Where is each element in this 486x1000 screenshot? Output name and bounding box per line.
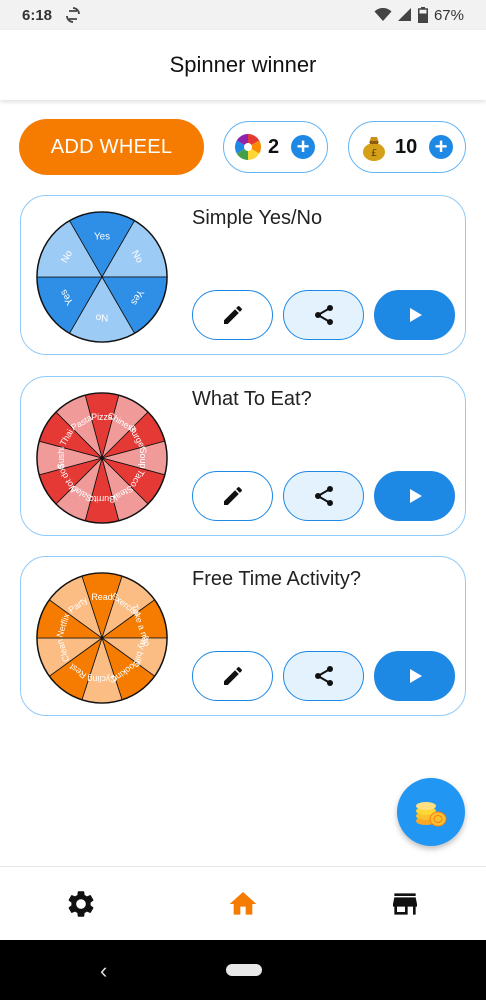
store-icon <box>393 892 417 915</box>
nav-store[interactable] <box>324 867 486 940</box>
add-coins-icon[interactable]: + <box>429 135 453 159</box>
wheel-segment-label: Yes <box>94 231 110 242</box>
status-time: 6:18 <box>22 6 53 24</box>
status-bar: 6:18 67% <box>0 0 486 30</box>
spin-wheel-button[interactable] <box>374 471 455 521</box>
coins-counter[interactable]: £ 10 + <box>348 121 466 173</box>
play-icon <box>409 308 422 322</box>
wheels-count: 2 <box>268 135 280 158</box>
share-wheel-button[interactable] <box>283 651 364 701</box>
pencil-icon <box>223 486 242 505</box>
spin-wheel-button[interactable] <box>374 651 455 701</box>
wheel-segment-label: Sushi <box>56 447 66 469</box>
wheel-segment-label: Soup <box>138 448 148 469</box>
coins-count: 10 <box>395 135 418 158</box>
coins-icon <box>416 802 447 827</box>
pencil-icon <box>223 305 242 324</box>
battery-level: 67% <box>433 6 464 24</box>
svg-text:£: £ <box>371 148 377 159</box>
share-icon <box>314 486 333 506</box>
money-bag-icon: £ <box>359 132 389 162</box>
wheel-card-free-time-activity: Read Exercise Take a nap Pay bills Cooking Cy… <box>20 556 466 716</box>
wheel-preview: PizzaChineseBurgerSoupTacoSteakBurritoSa… <box>36 392 168 524</box>
share-wheel-button[interactable] <box>283 290 364 340</box>
edit-wheel-button[interactable] <box>192 290 273 340</box>
wheel-card-simple-yes-no: Yes No Yes No Yes No Simple Yes/No <box>20 195 466 355</box>
home-icon <box>229 891 257 915</box>
share-icon <box>314 666 333 686</box>
wheel-segment-label: No <box>95 312 108 323</box>
page-title: Spinner winner <box>169 52 317 77</box>
play-icon <box>409 489 422 503</box>
home-pill[interactable] <box>226 964 262 976</box>
sync-icon <box>66 7 80 23</box>
wheel-name: Free Time Activity? <box>192 568 361 590</box>
wheels-counter[interactable]: 2 + <box>223 121 328 173</box>
nav-home[interactable] <box>162 867 324 940</box>
edit-wheel-button[interactable] <box>192 651 273 701</box>
wheel-name: What To Eat? <box>192 388 312 410</box>
wheel-preview: ReadExerciseTake a napPay billsCookingCy… <box>36 572 168 704</box>
wheel-segment-label: Read <box>91 592 112 602</box>
add-wheels-icon[interactable]: + <box>291 135 315 159</box>
battery-icon <box>417 7 428 23</box>
wheel-card-what-to-eat: Pizza Chinese Burger Soup Taco Steak Burrito Sa… <box>20 376 466 536</box>
edit-wheel-button[interactable] <box>192 471 273 521</box>
add-wheel-button[interactable]: ADD WHEEL <box>19 119 204 175</box>
wheel-segment-label: Cycling <box>87 674 116 684</box>
spin-wheel-button[interactable] <box>374 290 455 340</box>
wheel-name: Simple Yes/No <box>192 207 323 229</box>
signal-icon <box>397 8 412 22</box>
nav-settings[interactable] <box>0 867 162 940</box>
coins-fab-button[interactable] <box>397 778 465 846</box>
share-wheel-button[interactable] <box>283 471 364 521</box>
bottom-nav <box>0 866 486 940</box>
app-header: Spinner winner <box>0 30 486 100</box>
back-icon[interactable]: ‹ <box>100 958 107 984</box>
color-wheel-icon <box>234 133 262 161</box>
wifi-icon <box>374 8 392 22</box>
system-nav-bar: ‹ <box>0 940 486 1000</box>
gear-icon <box>68 890 94 917</box>
wheel-preview: YesNoYesNoYesNo <box>36 211 168 343</box>
share-icon <box>314 305 333 325</box>
play-icon <box>409 669 422 683</box>
pencil-icon <box>223 666 242 685</box>
main-content: ADD WHEEL 2 + £ 10 + Yes No Yes No Yes N… <box>0 100 486 866</box>
